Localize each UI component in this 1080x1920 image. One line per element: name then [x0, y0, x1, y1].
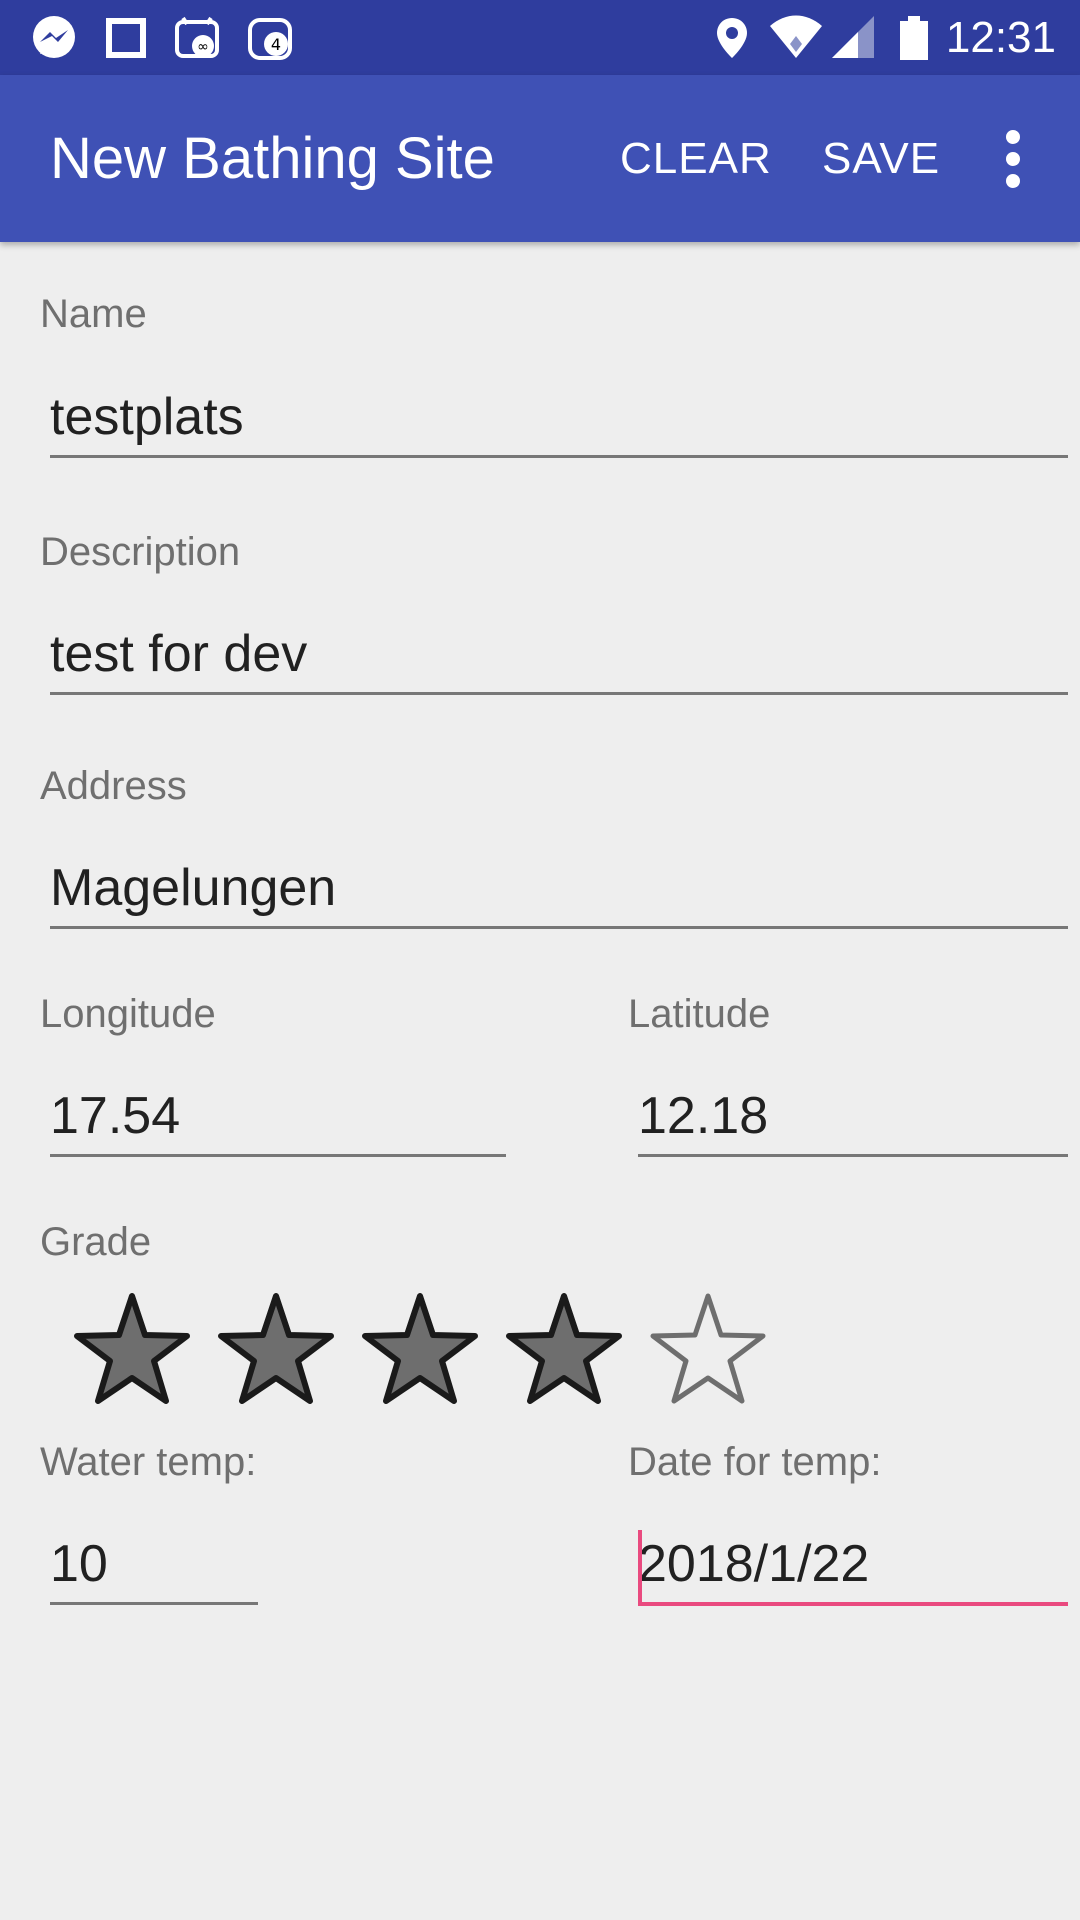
date-for-temp-value: 2018/1/22: [638, 1535, 870, 1593]
star-icon[interactable]: [72, 1290, 192, 1410]
text-cursor: [638, 1530, 642, 1602]
app-bar: New Bathing Site CLEAR SAVE: [0, 75, 1080, 242]
star-icon[interactable]: [504, 1290, 624, 1410]
latitude-label: Latitude: [628, 992, 771, 1036]
longitude-field[interactable]: 17.54: [50, 1084, 506, 1157]
description-label: Description: [40, 530, 241, 574]
date-for-temp-field[interactable]: 2018/1/22: [638, 1530, 1068, 1606]
grade-label: Grade: [40, 1220, 152, 1264]
status-bar: ∞ 4 12:31: [0, 0, 1080, 75]
location-icon: [717, 18, 747, 58]
status-time: 12:31: [945, 13, 1056, 62]
svg-text:∞: ∞: [197, 39, 209, 55]
name-label: Name: [40, 292, 147, 336]
svg-text:4: 4: [271, 35, 281, 54]
address-field[interactable]: Magelungen: [50, 856, 1068, 929]
water-temp-label: Water temp:: [40, 1440, 257, 1484]
camera-badge-icon: 4: [248, 18, 292, 60]
save-button[interactable]: SAVE: [822, 75, 940, 242]
longitude-label: Longitude: [40, 992, 216, 1036]
more-vert-icon[interactable]: [990, 130, 1036, 190]
date-for-temp-label: Date for temp:: [628, 1440, 882, 1484]
water-temp-field[interactable]: 10: [50, 1532, 258, 1605]
description-field[interactable]: test for dev: [50, 622, 1068, 695]
star-icon[interactable]: [216, 1290, 336, 1410]
address-label: Address: [40, 764, 187, 808]
wifi-icon: [770, 15, 822, 58]
star-icon[interactable]: [648, 1290, 768, 1410]
signal-icon: [832, 16, 874, 58]
name-field[interactable]: testplats: [50, 385, 1068, 458]
star-icon[interactable]: [360, 1290, 480, 1410]
nfc-chat-icon: ∞: [175, 16, 219, 58]
messenger-icon: [33, 16, 75, 58]
square-icon: [106, 18, 146, 58]
clear-button[interactable]: CLEAR: [620, 75, 772, 242]
page-title: New Bathing Site: [50, 126, 495, 191]
battery-icon: [900, 16, 928, 60]
latitude-field[interactable]: 12.18: [638, 1084, 1068, 1157]
